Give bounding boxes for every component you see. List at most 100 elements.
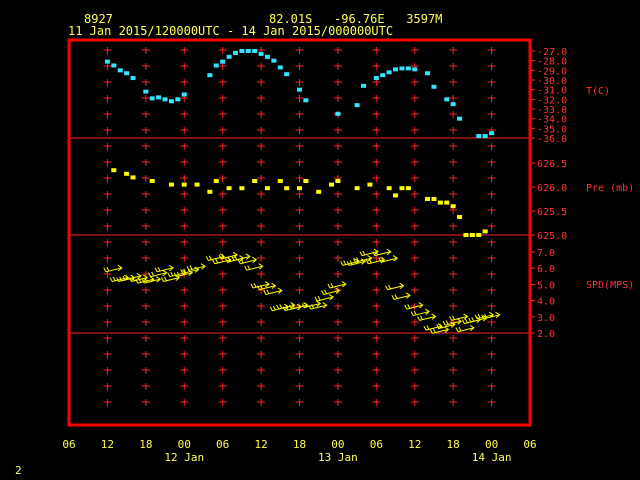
temperature-point — [277, 65, 283, 70]
wind-arrow-barb — [314, 296, 318, 302]
temperature-point — [393, 67, 399, 72]
temperature-point — [386, 70, 392, 75]
pressure-point — [130, 175, 136, 180]
wind-arrow — [263, 287, 283, 295]
pressure-point — [335, 179, 341, 183]
pressure-point — [207, 189, 213, 194]
pressure-point — [354, 186, 360, 191]
wind-arrow-barb — [455, 327, 459, 332]
x-hour-label: 12 — [408, 438, 421, 451]
wind-arrow — [359, 248, 379, 257]
temperature-point — [175, 97, 181, 102]
wind-arrow-barb — [423, 325, 427, 331]
temperature-point — [245, 49, 251, 53]
wind-arrow-barb — [417, 316, 421, 321]
x-hour-label: 12 — [254, 438, 267, 451]
wind-arrow — [160, 274, 181, 283]
x-date-label: 14 Jan — [472, 451, 512, 464]
wind-arrow-barb — [330, 283, 334, 288]
wind-arrow-barb — [279, 304, 283, 309]
meteogram-chart: -27.0-28.0-29.0-30.0-31.0-32.0-33.0-34.0… — [62, 38, 634, 464]
wind-arrow-barb — [468, 317, 472, 323]
pressure-point — [284, 186, 290, 191]
wind-arrow — [276, 302, 296, 310]
temperature-point — [232, 50, 238, 55]
wind-arrow-barb — [464, 318, 468, 324]
pressure-point — [277, 179, 283, 183]
wind-arrow-barb — [391, 295, 395, 300]
temperature-point — [373, 76, 379, 81]
wind-arrow-barb — [404, 304, 408, 310]
wind-arrow-barb — [160, 277, 164, 282]
temperature-point — [104, 59, 110, 64]
wind-arrow-barb — [109, 277, 113, 282]
wind-arrow — [385, 282, 405, 291]
wind-arrow-barb — [327, 283, 331, 289]
wind-arrow-barb — [266, 289, 270, 295]
wind-arrow-barb — [458, 326, 462, 332]
pressure-point — [437, 200, 443, 205]
wind-arrow-barb — [343, 260, 347, 265]
temperature-point — [284, 72, 290, 77]
wind-arrow-barb — [231, 256, 235, 261]
wind-arrow-barb — [442, 321, 446, 326]
wind-arrow — [148, 269, 168, 278]
axis-labels-layer: -27.0-28.0-29.0-30.0-31.0-32.0-33.0-34.0… — [62, 47, 634, 464]
x-hour-label: 06 — [62, 438, 75, 451]
wind-arrow — [391, 292, 411, 300]
wind-arrow-barb — [420, 315, 424, 320]
temperature-point — [226, 54, 232, 59]
pressure-point — [457, 215, 463, 219]
temperature-point — [354, 103, 360, 108]
panel-title: SPD(MPS) — [586, 280, 634, 291]
pressure-point — [444, 200, 450, 205]
wind-arrow-barb — [103, 267, 107, 273]
temperature-point — [444, 97, 450, 102]
wind-arrow-barb — [106, 266, 110, 272]
pressure-point — [386, 186, 392, 191]
temperature-point — [220, 59, 226, 64]
data-marks-layer — [103, 49, 501, 334]
wind-arrow — [250, 281, 270, 289]
temperature-point — [264, 54, 270, 59]
wind-arrow-barb — [432, 328, 436, 333]
wind-arrow — [378, 255, 398, 263]
temperature-point — [143, 89, 149, 94]
wind-arrow-barb — [205, 256, 209, 261]
x-hour-label: 12 — [101, 438, 114, 451]
wind-arrow-barb — [167, 272, 171, 277]
y-tick-label: 2.0 — [537, 329, 555, 340]
x-hour-label: 00 — [331, 438, 344, 451]
y-tick-label: 626.5 — [537, 159, 567, 170]
y-tick-label: -36.0 — [537, 134, 567, 145]
wind-arrow-barb — [461, 319, 465, 324]
x-hour-label: 06 — [216, 438, 229, 451]
wind-arrow-barb — [154, 267, 158, 273]
temperature-point — [168, 99, 174, 104]
pressure-point — [181, 182, 187, 187]
grid-layer — [69, 47, 530, 406]
x-hour-label: 06 — [370, 438, 383, 451]
temperature-point — [380, 73, 386, 78]
wind-arrow — [109, 274, 130, 283]
wind-arrow-barb — [449, 316, 453, 321]
x-hour-label: 06 — [523, 438, 536, 451]
wind-arrow — [410, 308, 430, 317]
temperature-point — [213, 63, 219, 68]
wind-arrow-barb — [385, 285, 388, 290]
wind-arrow-barb — [272, 305, 276, 311]
wind-arrow — [122, 272, 142, 281]
wind-arrow-barb — [474, 314, 478, 320]
temperature-point — [124, 71, 130, 76]
temperature-point — [476, 134, 482, 139]
wind-arrow-barb — [237, 259, 241, 264]
pressure-point — [450, 204, 456, 209]
wind-arrow-barb — [426, 325, 430, 330]
x-date-label: 12 Jan — [164, 451, 204, 464]
pressure-point — [482, 229, 488, 234]
panel-title: T(C) — [586, 86, 610, 97]
wind-arrow-barb — [359, 251, 363, 256]
temperature-point — [149, 96, 155, 101]
x-hour-label: 18 — [139, 438, 152, 451]
temperature-point — [258, 51, 264, 56]
